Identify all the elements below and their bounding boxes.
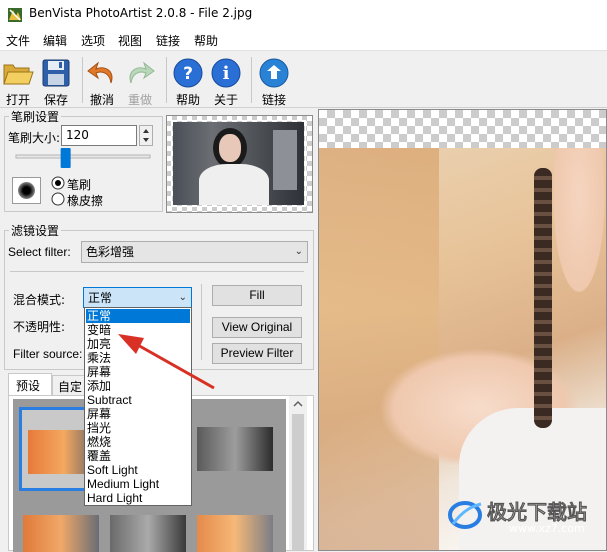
blend-option[interactable]: 覆盖 bbox=[86, 449, 190, 463]
presets-scrollbar[interactable] bbox=[289, 396, 307, 550]
blend-option[interactable]: 正常 bbox=[86, 309, 190, 323]
info-icon: i bbox=[211, 58, 241, 88]
menu-bar: 文件 编辑 选项 视图 链接 帮助 bbox=[0, 30, 607, 50]
brush-size-input[interactable]: 120 bbox=[61, 125, 137, 146]
image-canvas[interactable]: 极光下载站 www.xz7.com bbox=[318, 109, 607, 551]
blend-mode-value: 正常 bbox=[88, 291, 113, 305]
brush-size-label: 笔刷大小: bbox=[8, 131, 61, 145]
brush-settings-title: 笔刷设置 bbox=[9, 108, 62, 125]
brush-size-slider[interactable] bbox=[14, 146, 154, 170]
tab-custom[interactable]: 自定 bbox=[52, 375, 86, 395]
watermark-logo-icon bbox=[448, 501, 482, 529]
scrollbar-thumb[interactable] bbox=[292, 414, 304, 550]
watermark: 极光下载站 www.xz7.com bbox=[447, 494, 606, 540]
save-button[interactable]: 保存 bbox=[35, 55, 77, 107]
brush-size-spinner[interactable] bbox=[139, 125, 153, 146]
preset-item[interactable] bbox=[197, 427, 273, 471]
preview-thumbnail[interactable] bbox=[166, 115, 313, 213]
preset-item[interactable] bbox=[110, 515, 186, 552]
chevron-down-icon: ⌄ bbox=[294, 246, 303, 257]
svg-text:i: i bbox=[223, 63, 230, 84]
chevron-down-icon: ⌄ bbox=[178, 292, 187, 303]
window-title: BenVista PhotoArtist 2.0.8 - File 2.jpg bbox=[29, 6, 253, 20]
selected-filter-value: 色彩增强 bbox=[86, 245, 135, 259]
globe-link-icon bbox=[259, 58, 289, 88]
watermark-url: www.xz7.com bbox=[509, 522, 585, 535]
view-original-button[interactable]: View Original bbox=[212, 317, 302, 338]
toolbar: 打开 保存 撤消 重做 ? 帮助 i 关于 链接 bbox=[0, 50, 607, 108]
brush-mode-label: 笔刷 bbox=[67, 178, 92, 192]
fill-button[interactable]: Fill bbox=[212, 285, 302, 306]
brush-preview bbox=[12, 177, 41, 204]
svg-text:?: ? bbox=[183, 64, 193, 84]
brush-mode-radio[interactable] bbox=[51, 176, 65, 190]
blend-option[interactable]: Hard Light bbox=[86, 491, 190, 505]
link-label: 链接 bbox=[261, 93, 286, 107]
filter-source-label: Filter source: bbox=[13, 347, 83, 361]
tab-presets-label: 预设 bbox=[16, 379, 41, 393]
open-label: 打开 bbox=[5, 93, 30, 107]
open-button[interactable]: 打开 bbox=[0, 55, 39, 107]
link-button[interactable]: 链接 bbox=[253, 55, 295, 107]
about-label: 关于 bbox=[213, 93, 238, 107]
help-question-icon: ? bbox=[173, 58, 203, 88]
menu-link[interactable]: 链接 bbox=[156, 32, 180, 49]
filter-settings-title: 滤镜设置 bbox=[9, 222, 62, 239]
scroll-up-icon bbox=[293, 400, 303, 407]
menu-file[interactable]: 文件 bbox=[6, 32, 30, 49]
preset-item[interactable] bbox=[23, 515, 99, 552]
blend-option[interactable]: Subtract bbox=[86, 393, 190, 407]
title-bar: BenVista PhotoArtist 2.0.8 - File 2.jpg bbox=[0, 0, 607, 30]
floppy-disk-icon bbox=[42, 59, 70, 87]
app-logo-icon bbox=[8, 8, 22, 22]
opacity-label: 不透明性: bbox=[13, 320, 66, 334]
annotation-arrow-icon bbox=[118, 334, 215, 390]
spinner-arrows-icon bbox=[143, 129, 149, 142]
blend-option[interactable]: 屏幕 bbox=[86, 407, 190, 421]
tab-custom-label: 自定 bbox=[58, 380, 83, 394]
select-filter-dropdown[interactable]: 色彩增强 ⌄ bbox=[81, 241, 308, 263]
eraser-mode-label: 橡皮擦 bbox=[67, 194, 104, 208]
folder-open-icon bbox=[3, 64, 34, 85]
redo-label: 重做 bbox=[127, 93, 152, 107]
blend-option[interactable]: 挡光 bbox=[86, 421, 190, 435]
blend-option[interactable]: 燃烧 bbox=[86, 435, 190, 449]
blend-option[interactable]: Medium Light bbox=[86, 477, 190, 491]
eraser-mode-radio[interactable] bbox=[51, 192, 65, 206]
menu-options[interactable]: 选项 bbox=[81, 32, 105, 49]
canvas-photo bbox=[319, 148, 606, 550]
blend-mode-dropdown[interactable]: 正常 ⌄ bbox=[83, 287, 192, 308]
preview-filter-button[interactable]: Preview Filter bbox=[212, 343, 302, 364]
menu-view[interactable]: 视图 bbox=[118, 32, 142, 49]
save-label: 保存 bbox=[43, 93, 68, 107]
tab-presets[interactable]: 预设 bbox=[8, 373, 52, 396]
redo-arrow-icon bbox=[129, 61, 155, 84]
menu-help[interactable]: 帮助 bbox=[194, 32, 218, 49]
redo-button[interactable]: 重做 bbox=[119, 55, 161, 107]
help-button[interactable]: ? 帮助 bbox=[167, 55, 209, 107]
select-filter-label: Select filter: bbox=[8, 245, 71, 259]
blend-mode-label: 混合模式: bbox=[13, 293, 66, 307]
undo-arrow-icon bbox=[87, 61, 113, 84]
preset-item[interactable] bbox=[197, 515, 273, 552]
help-label: 帮助 bbox=[175, 93, 200, 107]
filter-divider bbox=[10, 271, 304, 272]
watermark-text: 极光下载站 bbox=[487, 500, 588, 525]
toolbar-separator bbox=[251, 57, 252, 103]
undo-button[interactable]: 撤消 bbox=[81, 55, 123, 107]
menu-edit[interactable]: 编辑 bbox=[43, 32, 67, 49]
undo-label: 撤消 bbox=[89, 93, 114, 107]
about-button[interactable]: i 关于 bbox=[205, 55, 247, 107]
blend-option[interactable]: Soft Light bbox=[86, 463, 190, 477]
